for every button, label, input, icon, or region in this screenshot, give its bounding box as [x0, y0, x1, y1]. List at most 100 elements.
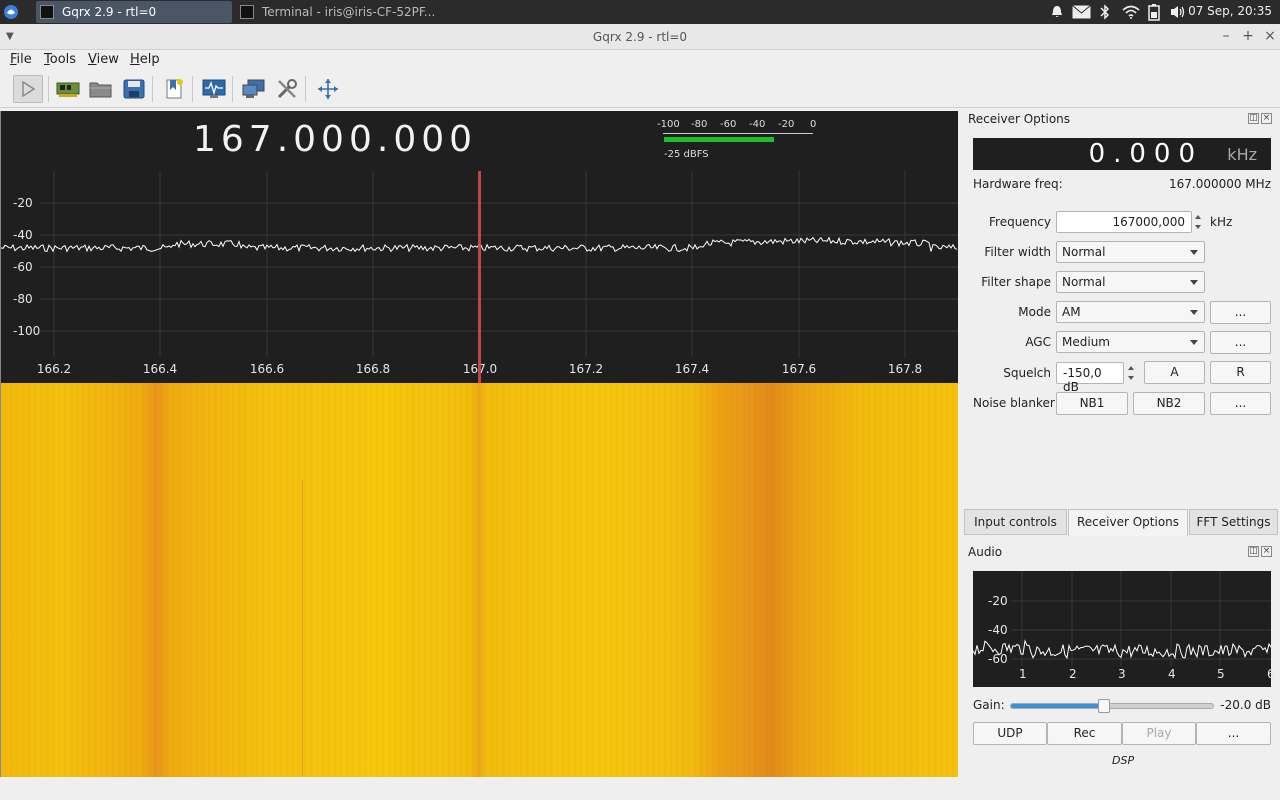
y-tick: -20 — [13, 196, 33, 210]
clock[interactable]: 07 Sep, 20:35 — [1188, 4, 1272, 18]
audio-dock-title: Audio — [968, 545, 1003, 559]
wifi-icon[interactable] — [1122, 5, 1140, 19]
network-button[interactable] — [239, 75, 269, 103]
x-tick: 166.4 — [142, 362, 178, 376]
x-tick: 166.2 — [36, 362, 72, 376]
filter-width-select[interactable]: Normal — [1056, 241, 1205, 263]
squelch-spinner[interactable] — [1125, 362, 1137, 384]
menu-tools[interactable]: Tools — [44, 52, 76, 67]
receiver-dock-title: Receiver Options — [968, 112, 1071, 126]
save-icon — [123, 79, 145, 99]
minimize-icon[interactable]: – — [1218, 28, 1234, 44]
notification-bell-icon[interactable] — [1049, 4, 1065, 20]
load-settings-button[interactable] — [86, 75, 116, 103]
mail-icon[interactable] — [1072, 5, 1091, 19]
float-dock-icon[interactable]: ◫ — [1248, 113, 1259, 124]
squelch-label: Squelch — [1003, 366, 1051, 380]
frequency-spinner[interactable] — [1192, 211, 1204, 233]
menu-view[interactable]: View — [88, 52, 119, 67]
terminal-app-icon — [240, 5, 254, 19]
volume-icon[interactable] — [1170, 4, 1187, 20]
audio-x-tick: 5 — [1217, 667, 1225, 681]
battery-icon[interactable] — [1148, 3, 1160, 21]
remote-control-button[interactable] — [199, 75, 229, 103]
io-devices-button[interactable] — [53, 75, 83, 103]
audio-options-button[interactable]: ... — [1196, 722, 1271, 745]
y-tick: -60 — [13, 260, 33, 274]
squelch-reset-button[interactable]: R — [1210, 361, 1271, 384]
gain-slider-handle[interactable] — [1097, 699, 1110, 713]
agc-options-button[interactable]: ... — [1210, 331, 1271, 354]
mode-select[interactable]: AM — [1056, 301, 1205, 323]
x-tick: 166.8 — [355, 362, 391, 376]
network-computers-icon — [242, 79, 265, 98]
audio-x-tick: 6 — [1267, 667, 1275, 681]
taskbar-gqrx-label: Gqrx 2.9 - rtl=0 — [62, 5, 157, 19]
dsp-label: DSP — [1112, 754, 1135, 767]
filter-shape-select[interactable]: Normal — [1056, 271, 1205, 293]
bookmark-icon — [166, 79, 183, 99]
audio-x-tick: 3 — [1118, 667, 1126, 681]
waterfall-signal-trace — [302, 480, 303, 776]
play-button[interactable]: Play — [1122, 722, 1196, 745]
gqrx-app-icon — [40, 5, 54, 19]
tuning-cursor[interactable] — [478, 171, 481, 383]
squelch-auto-button[interactable]: A — [1144, 361, 1205, 384]
save-settings-button[interactable] — [119, 75, 149, 103]
tab-fft-settings[interactable]: FFT Settings — [1189, 509, 1278, 535]
agc-select[interactable]: Medium — [1056, 331, 1205, 353]
x-tick: 167.8 — [887, 362, 923, 376]
maximize-icon[interactable]: + — [1240, 28, 1256, 44]
chevron-down-icon — [1190, 280, 1198, 285]
offset-frequency-display[interactable]: 0.000 kHz — [973, 138, 1271, 170]
close-icon[interactable]: × — [1262, 28, 1278, 44]
offset-unit: kHz — [1227, 145, 1257, 164]
menu-file[interactable]: File — [10, 52, 32, 67]
gain-slider[interactable] — [1010, 699, 1214, 713]
menubar: File Tools View Help — [0, 50, 1280, 70]
udp-button[interactable]: UDP — [973, 722, 1047, 745]
waterfall-display[interactable] — [0, 383, 958, 777]
x-tick: 167.4 — [674, 362, 710, 376]
close-dock-icon[interactable]: × — [1261, 546, 1272, 557]
tab-receiver-options[interactable]: Receiver Options — [1068, 509, 1188, 536]
start-dsp-button[interactable] — [13, 75, 43, 103]
taskbar-terminal[interactable]: Terminal - iris@iris-CF-52PF... — [236, 1, 436, 23]
filter-width-label: Filter width — [984, 245, 1051, 259]
monitor-waveform-icon — [202, 79, 226, 98]
fullscreen-button[interactable] — [313, 75, 343, 103]
y-tick: -40 — [13, 228, 33, 242]
nb1-button[interactable]: NB1 — [1056, 392, 1128, 415]
agc-value: Medium — [1062, 335, 1110, 349]
x-tick: 166.6 — [249, 362, 285, 376]
menu-help[interactable]: Help — [130, 52, 160, 67]
gain-label: Gain: — [973, 698, 1005, 712]
taskbar-gqrx[interactable]: Gqrx 2.9 - rtl=0 — [36, 1, 232, 23]
noise-blanker-options-button[interactable]: ... — [1210, 392, 1271, 415]
filter-shape-value: Normal — [1062, 275, 1106, 289]
app-menu-icon[interactable] — [3, 4, 19, 20]
spectrum-plot[interactable]: 167.000.000 -100 -80 -60 -40 -20 0 -25 d… — [0, 111, 958, 383]
tab-input-controls[interactable]: Input controls — [964, 509, 1067, 535]
taskbar-terminal-label: Terminal - iris@iris-CF-52PF... — [262, 5, 436, 19]
settings-tools-button[interactable] — [272, 75, 302, 103]
audio-fft-plot[interactable]: -20 -40 -60 1 2 3 4 5 6 — [973, 571, 1275, 687]
filter-width-value: Normal — [1062, 245, 1106, 259]
bookmarks-button[interactable] — [159, 75, 189, 103]
x-tick: 167.2 — [568, 362, 604, 376]
frequency-input[interactable]: 167000,000 — [1056, 211, 1192, 233]
play-icon — [22, 81, 35, 97]
agc-label: AGC — [1025, 335, 1051, 349]
close-dock-icon[interactable]: × — [1261, 113, 1272, 124]
nb2-button[interactable]: NB2 — [1133, 392, 1205, 415]
bluetooth-icon[interactable] — [1100, 4, 1110, 20]
x-tick: 167.6 — [781, 362, 817, 376]
mode-options-button[interactable]: ... — [1210, 301, 1271, 324]
chevron-down-icon — [1190, 310, 1198, 315]
squelch-input[interactable]: -150,0 dB — [1056, 362, 1124, 394]
float-dock-icon[interactable]: ◫ — [1248, 546, 1259, 557]
y-tick: -100 — [13, 324, 41, 338]
record-button[interactable]: Rec — [1047, 722, 1122, 745]
window-titlebar[interactable]: ▼ Gqrx 2.9 - rtl=0 – + × — [0, 24, 1280, 50]
audio-y-tick: -20 — [988, 594, 1008, 608]
